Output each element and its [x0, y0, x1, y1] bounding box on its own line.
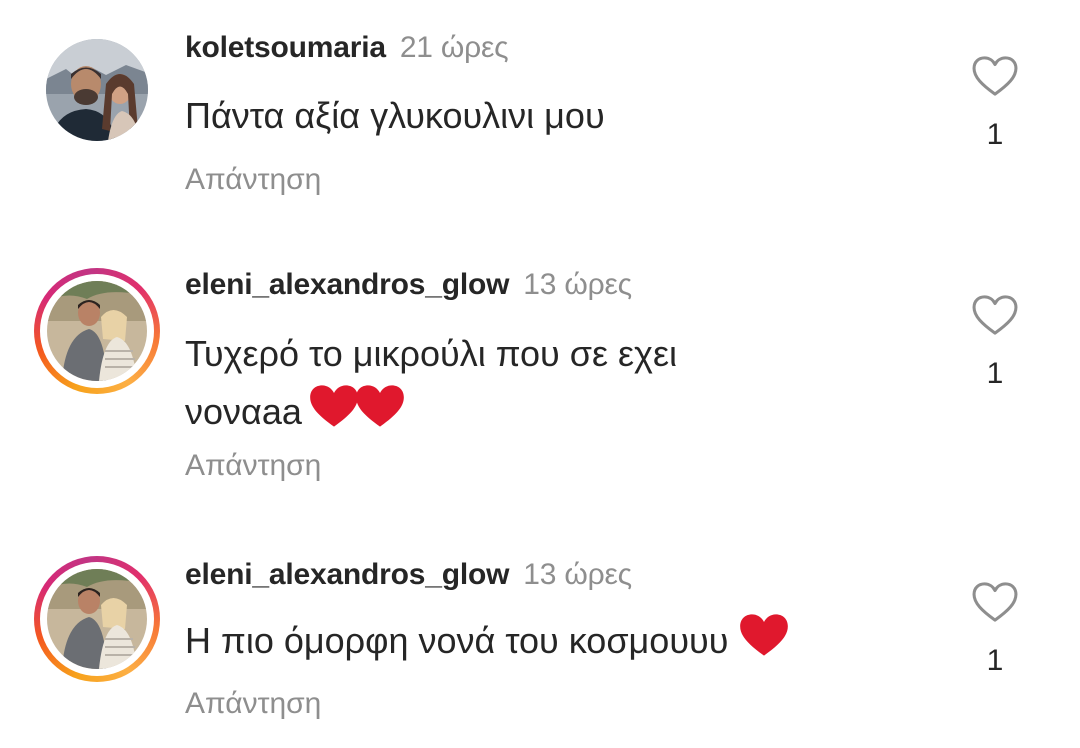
comment-username[interactable]: eleni_alexandros_glow 13 ώρες	[185, 558, 632, 592]
comment-text: Τυχερό το μικρούλι που σε εχει νοναaa	[185, 325, 905, 446]
avatar-photo	[47, 281, 147, 381]
reply-button[interactable]: Απάντηση	[185, 163, 321, 197]
comment-text-line: νοναaa	[185, 383, 905, 446]
heart-outline-icon[interactable]	[966, 295, 1024, 335]
like-count[interactable]: 1	[966, 644, 1024, 678]
comment-timestamp: 13 ώρες	[523, 268, 632, 301]
heart-outline-icon[interactable]	[966, 56, 1024, 96]
comment-username[interactable]: eleni_alexandros_glow 13 ώρες	[185, 268, 632, 302]
heart-outline-icon[interactable]	[966, 582, 1024, 622]
red-heart-emoji	[738, 612, 790, 675]
red-heart-emoji	[354, 383, 406, 446]
comment-username[interactable]: koletsoumaria 21 ώρες	[185, 31, 509, 65]
avatar[interactable]	[34, 32, 160, 158]
red-heart-emoji	[308, 383, 360, 446]
comment-text: Πάντα αξία γλυκουλινι μου	[185, 95, 605, 136]
like-control: 1	[966, 582, 1024, 678]
like-count[interactable]: 1	[966, 118, 1024, 152]
like-control: 1	[966, 56, 1024, 152]
username-text[interactable]: koletsoumaria	[185, 31, 386, 64]
comment-text: Η πιο όμορφη νονά του κοσμουυυ	[185, 612, 905, 675]
comment-timestamp: 21 ώρες	[399, 31, 509, 64]
comment-text-line: Τυχερό το μικρούλι που σε εχει	[185, 333, 677, 374]
comment-timestamp: 13 ώρες	[523, 558, 632, 591]
username-text[interactable]: eleni_alexandros_glow	[185, 268, 509, 301]
like-control: 1	[966, 295, 1024, 391]
reply-button[interactable]: Απάντηση	[185, 449, 321, 483]
username-text[interactable]: eleni_alexandros_glow	[185, 558, 509, 591]
avatar-photo	[47, 569, 147, 669]
comment-text-fragment: νοναaa	[185, 391, 302, 433]
reply-button[interactable]: Απάντηση	[185, 687, 321, 721]
avatar-photo	[46, 39, 148, 141]
avatar[interactable]	[34, 268, 160, 394]
avatar[interactable]	[34, 556, 160, 682]
comment-text-fragment: Η πιο όμορφη νονά του κοσμουυυ	[185, 620, 729, 662]
like-count[interactable]: 1	[966, 357, 1024, 391]
